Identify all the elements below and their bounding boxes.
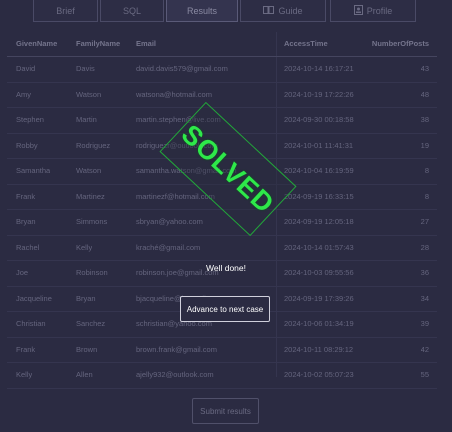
solved-overlay: SOLVED Well done! Advance to next case (0, 0, 452, 432)
advance-button[interactable]: Advance to next case (180, 296, 270, 322)
submit-results-button[interactable]: Submit results (192, 398, 259, 424)
solved-stamp-text: SOLVED (176, 118, 281, 219)
solved-stamp: SOLVED (159, 101, 297, 237)
success-message: Well done! (205, 263, 246, 273)
